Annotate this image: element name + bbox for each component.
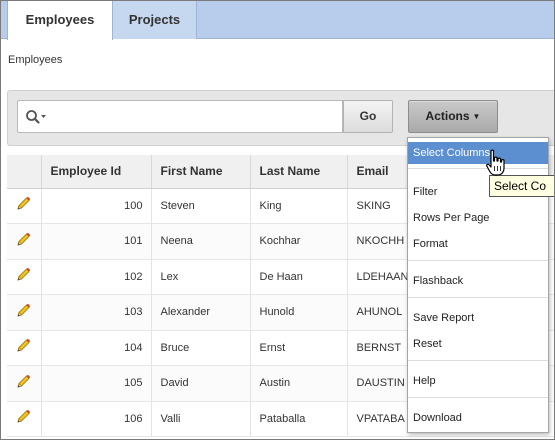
menu-item-flashback[interactable]: Flashback [408, 270, 548, 292]
edit-cell [7, 401, 42, 437]
menu-separator [408, 360, 548, 361]
first-name-cell: David [151, 365, 251, 402]
menu-item-help[interactable]: Help [408, 370, 548, 392]
caret-down-icon: ▼ [472, 112, 481, 121]
employee-id-cell: 100 [41, 188, 152, 224]
menu-item-select-columns[interactable]: Select Columns [408, 142, 548, 164]
employee-id-cell: 105 [41, 365, 152, 402]
edit-cell [7, 294, 42, 331]
pencil-icon[interactable] [15, 196, 31, 212]
edit-cell [7, 330, 42, 366]
pencil-icon[interactable] [15, 267, 31, 283]
last-name-cell: De Haan [250, 259, 348, 295]
edit-cell [7, 188, 42, 224]
last-name-cell: King [250, 188, 348, 224]
tab-projects[interactable]: Projects [113, 1, 197, 39]
search-input[interactable] [17, 100, 343, 133]
employee-id-cell: 101 [41, 223, 152, 260]
column-header-employee-id[interactable]: Employee Id [41, 155, 152, 189]
tooltip: Select Co [489, 175, 554, 197]
actions-button-label: Actions [425, 109, 470, 123]
tab-employees[interactable]: Employees [7, 1, 113, 40]
employee-id-cell: 102 [41, 259, 152, 295]
menu-separator [408, 168, 548, 169]
menu-separator [408, 397, 548, 398]
last-name-cell: Kochhar [250, 223, 348, 260]
employee-id-cell: 104 [41, 330, 152, 366]
menu-item-save-report[interactable]: Save Report [408, 307, 548, 329]
pencil-icon[interactable] [15, 409, 31, 425]
breadcrumb: Employees [8, 54, 63, 66]
pencil-icon[interactable] [15, 338, 31, 354]
actions-button[interactable]: Actions ▼ [408, 100, 498, 133]
first-name-cell: Valli [151, 401, 251, 437]
hand-cursor-icon [485, 149, 509, 177]
employee-id-cell: 103 [41, 294, 152, 331]
column-header-first-name[interactable]: First Name [151, 155, 251, 189]
app-window: Employees Projects Employees Go Actions ▼ [0, 0, 555, 440]
edit-column-header [7, 155, 42, 189]
menu-item-reset[interactable]: Reset [408, 333, 548, 355]
column-header-last-name[interactable]: Last Name [250, 155, 348, 189]
edit-cell [7, 259, 42, 295]
menu-separator [408, 260, 548, 261]
last-name-cell: Pataballa [250, 401, 348, 437]
first-name-cell: Alexander [151, 294, 251, 331]
edit-cell [7, 223, 42, 260]
pencil-icon[interactable] [15, 303, 31, 319]
search-icon[interactable] [25, 109, 49, 125]
menu-item-rows-per-page[interactable]: Rows Per Page [408, 207, 548, 229]
menu-item-format[interactable]: Format [408, 233, 548, 255]
last-name-cell: Austin [250, 365, 348, 402]
edit-cell [7, 365, 42, 402]
menu-separator [408, 297, 548, 298]
last-name-cell: Hunold [250, 294, 348, 331]
first-name-cell: Neena [151, 223, 251, 260]
first-name-cell: Lex [151, 259, 251, 295]
menu-item-download[interactable]: Download [408, 407, 548, 429]
first-name-cell: Steven [151, 188, 251, 224]
pencil-icon[interactable] [15, 374, 31, 390]
tab-bar: Employees Projects [1, 1, 554, 40]
last-name-cell: Ernst [250, 330, 348, 366]
employee-id-cell: 106 [41, 401, 152, 437]
go-button[interactable]: Go [343, 100, 393, 133]
first-name-cell: Bruce [151, 330, 251, 366]
pencil-icon[interactable] [15, 232, 31, 248]
